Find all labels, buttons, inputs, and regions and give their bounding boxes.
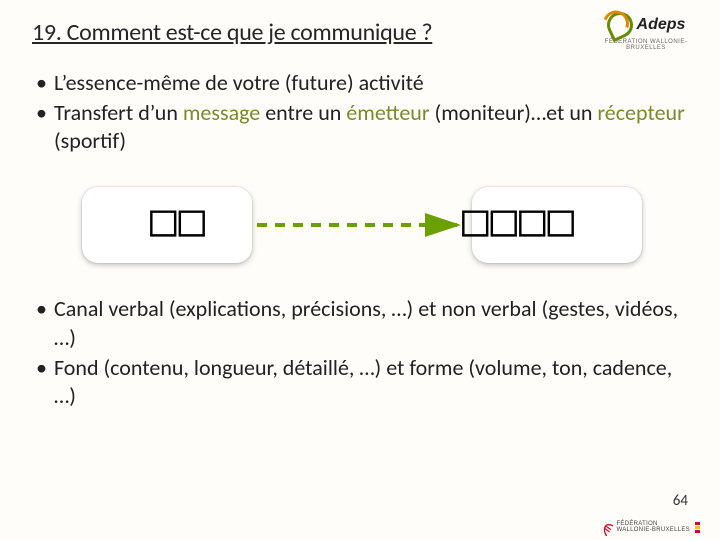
bullet-text: Transfert d’un	[54, 99, 183, 126]
bullet-text: (sportif)	[54, 127, 126, 154]
bullet-item: Fond (contenu, longueur, détaillé, …) et…	[32, 354, 692, 410]
slide: Adeps FÉDÉRATION WALLONIE-BRUXELLES 19. …	[0, 0, 720, 540]
bullet-list-bottom: Canal verbal (explications, précisions, …	[32, 295, 692, 410]
slide-title: 19. Comment est-ce que je communique ?	[32, 18, 692, 47]
bullet-text: émetteur	[346, 99, 429, 126]
federation-line2: WALLONIE-BRUXELLES	[616, 527, 690, 533]
federation-logo: ϡ FÉDÉRATION WALLONIE-BRUXELLES	[603, 516, 700, 538]
rooster-icon: ϡ	[603, 516, 613, 538]
adeps-logo-icon	[602, 8, 637, 43]
bullet-item: Transfert d’un message entre un émetteur…	[32, 99, 692, 155]
bullet-text: entre un	[260, 99, 346, 126]
adeps-logo-name: Adeps	[637, 16, 686, 33]
adeps-logo: Adeps FÉDÉRATION WALLONIE-BRUXELLES	[596, 12, 696, 51]
bullet-list-top: L’essence-même de votre (future) activit…	[32, 69, 692, 155]
adeps-logo-sub: FÉDÉRATION WALLONIE-BRUXELLES	[596, 39, 696, 51]
diagram: □□ □□□□	[32, 179, 692, 271]
diagram-arrow	[82, 179, 642, 271]
bullet-text: L’essence-même de votre (future) activit…	[54, 69, 424, 96]
flag-bars-icon	[695, 522, 700, 533]
bullet-text: message	[183, 99, 260, 126]
bullet-text: Fond (contenu, longueur, détaillé, …) et…	[54, 354, 672, 409]
bullet-text: (moniteur)…et un	[430, 99, 598, 126]
bullet-text: Canal verbal (explications, précisions, …	[54, 295, 678, 350]
page-number: 64	[673, 492, 688, 510]
bullet-item: L’essence-même de votre (future) activit…	[32, 69, 692, 97]
bullet-text: récepteur	[597, 99, 684, 126]
bullet-item: Canal verbal (explications, précisions, …	[32, 295, 692, 351]
